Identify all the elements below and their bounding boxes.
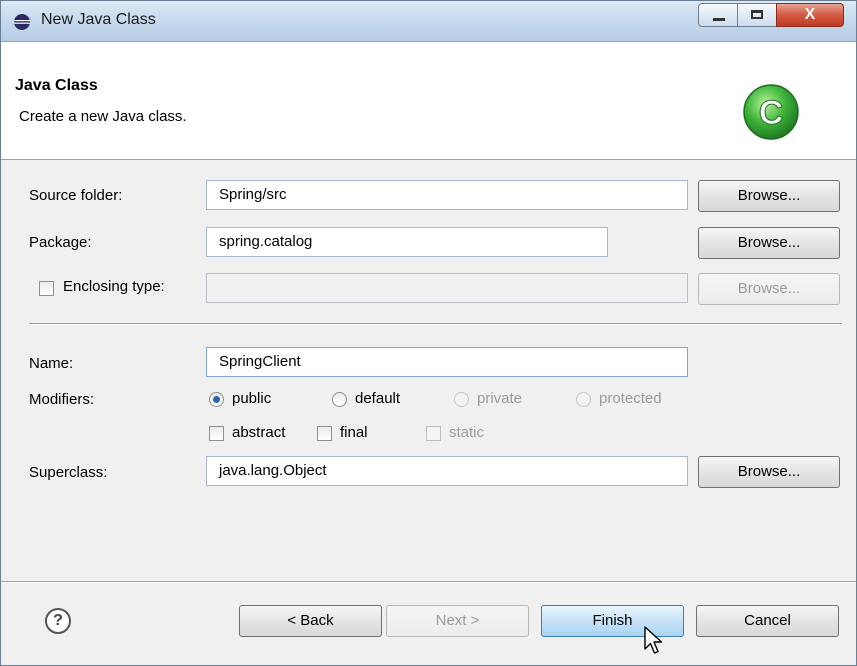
public-radio-selected-dot <box>213 396 220 403</box>
name-field[interactable]: SpringClient <box>206 347 688 377</box>
java-class-icon-letter: C <box>759 94 784 132</box>
static-checkbox-label: static <box>449 424 485 441</box>
close-icon: X <box>804 6 816 23</box>
maximize-icon <box>751 10 763 19</box>
wizard-banner: Java Class Create a new Java class. C <box>1 42 856 160</box>
default-radio-label[interactable]: default <box>355 390 400 407</box>
superclass-label: Superclass: <box>29 464 108 481</box>
close-button[interactable]: X <box>776 3 844 27</box>
public-radio-label[interactable]: public <box>232 390 271 407</box>
modifiers-label: Modifiers: <box>29 391 95 408</box>
minimize-button[interactable] <box>698 3 738 27</box>
superclass-field[interactable]: java.lang.Object <box>206 456 688 486</box>
eclipse-icon <box>14 14 30 30</box>
enclosing-type-checkbox[interactable] <box>39 281 54 296</box>
java-class-icon: C <box>743 84 799 140</box>
cancel-button[interactable]: Cancel <box>696 605 839 637</box>
mouse-cursor-icon <box>644 626 663 654</box>
help-icon[interactable]: ? <box>45 608 71 634</box>
minimize-icon <box>713 18 725 21</box>
public-radio[interactable] <box>209 392 224 407</box>
maximize-button[interactable] <box>737 3 777 27</box>
package-field[interactable]: spring.catalog <box>206 227 608 257</box>
wizard-page-description: Create a new Java class. <box>19 108 187 125</box>
enclosing-type-field <box>206 273 688 303</box>
next-button: Next > <box>386 605 529 637</box>
footer-separator <box>1 581 856 583</box>
source-folder-label: Source folder: <box>29 187 123 204</box>
title-bar[interactable]: New Java Class X <box>1 1 856 42</box>
enclosing-type-browse-button: Browse... <box>698 273 840 305</box>
window-title: New Java Class <box>41 11 156 28</box>
abstract-checkbox[interactable] <box>209 426 224 441</box>
package-browse-button[interactable]: Browse... <box>698 227 840 259</box>
final-checkbox[interactable] <box>317 426 332 441</box>
name-label: Name: <box>29 355 74 372</box>
source-folder-browse-button[interactable]: Browse... <box>698 180 840 212</box>
enclosing-type-label[interactable]: Enclosing type: <box>63 278 165 295</box>
private-radio-label: private <box>477 390 523 407</box>
new-java-class-dialog: New Java Class X Java Class Create a new… <box>0 0 857 666</box>
static-checkbox <box>426 426 441 441</box>
protected-radio <box>576 392 591 407</box>
wizard-page-title: Java Class <box>15 77 98 94</box>
superclass-browse-button[interactable]: Browse... <box>698 456 840 488</box>
abstract-checkbox-label[interactable]: abstract <box>232 424 285 441</box>
private-radio <box>454 392 469 407</box>
source-folder-field[interactable]: Spring/src <box>206 180 688 210</box>
final-checkbox-label[interactable]: final <box>340 424 368 441</box>
section-separator <box>29 323 842 325</box>
back-button[interactable]: < Back <box>239 605 382 637</box>
protected-radio-label: protected <box>599 390 662 407</box>
package-label: Package: <box>29 234 92 251</box>
default-radio[interactable] <box>332 392 347 407</box>
